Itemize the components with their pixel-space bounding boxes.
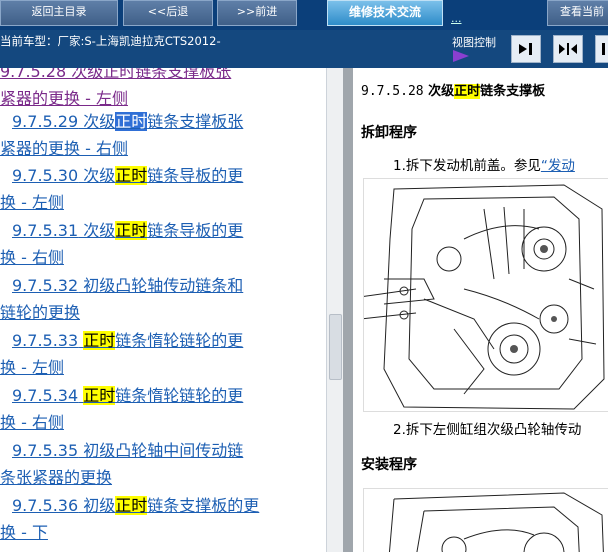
toc-item-line2: 紧器的更换 - 右侧 (0, 139, 128, 158)
step-1: 1.拆下发动机前盖。参见“发动 (393, 158, 575, 174)
top-toolbar: 返回主目录 <<后退 >>前进 维修技术交流 ... 查看当前 (0, 0, 608, 30)
toc-item-text: 次级 (78, 112, 116, 131)
page-title: 9.7.5.28 次级正时链条支撑板 (361, 84, 546, 99)
expand-right-button[interactable] (511, 35, 541, 63)
toc-item[interactable]: 9.7.5.31 次级正时链条导板的更 换 - 右侧 (0, 217, 318, 271)
view-control-label: 视图控制 (452, 36, 496, 49)
toc-item-text: 链条惰轮链轮的更 (115, 331, 244, 350)
arrow-right-bar-icon (519, 43, 532, 55)
back-button[interactable]: <<后退 (123, 0, 213, 26)
expand-left-button[interactable] (595, 35, 608, 63)
status-bar: 当前车型：厂家:S-上海凯迪拉克CTS2012- 视图控制 (0, 30, 608, 68)
engine-line-art (364, 179, 608, 411)
engine-diagram-2 (363, 488, 608, 552)
toc-item[interactable]: 9.7.5.32 初级凸轮轴传动链条和 链轮的更换 (0, 272, 318, 326)
scrollbar-thumb[interactable] (329, 314, 342, 380)
toc-item-text: 链条导板的更 (147, 221, 244, 240)
toc-item-line2: 换 - 左侧 (0, 358, 64, 377)
flag-icon (453, 50, 469, 62)
engine-diagram (363, 178, 608, 412)
toc-scrollbar[interactable] (326, 68, 343, 552)
forum-button[interactable]: 维修技术交流 (327, 0, 443, 26)
toc-item-number: 9.7.5.30 (12, 166, 79, 185)
search-current-button[interactable]: 查看当前 (547, 0, 608, 26)
toc-item-line2: 条张紧器的更换 (0, 468, 113, 487)
search-highlight: 正时 (115, 166, 148, 185)
toc-item-text: 链条支撑板的更 (147, 496, 260, 515)
engine-line-art (388, 492, 604, 552)
toc-item[interactable]: 9.7.5.35 初级凸轮轴中间传动链 条张紧器的更换 (0, 437, 318, 491)
forum-link[interactable]: ... (451, 12, 462, 25)
toc-item-number: 9.7.5.32 (12, 276, 79, 295)
toc-item-line2: 换 - 下 (0, 523, 48, 542)
toc-item-number: 9.7.5.35 (12, 441, 79, 460)
toc-item-number: 9.7.5.29 (12, 112, 79, 131)
toc-item-text: 次级 (78, 166, 116, 185)
search-highlight: 正时 (115, 496, 148, 515)
split-view-button[interactable] (553, 35, 583, 63)
toc-item-text: 初级凸轮轴中间传动链 (78, 441, 244, 460)
arrow-left-bar-icon (602, 43, 605, 55)
toc-item-text: 链条惰轮链轮的更 (115, 386, 244, 405)
toc-item-number: 9.7.5.31 (12, 221, 79, 240)
toc-item-text: 初级 (78, 496, 116, 515)
install-heading: 安装程序 (361, 457, 417, 473)
content-pane: 9.7.5.28 次级正时链条支撑板 拆卸程序 1.拆下发动机前盖。参见“发动 (353, 68, 608, 552)
removal-heading: 拆卸程序 (361, 125, 417, 141)
toc-item[interactable]: 9.7.5.30 次级正时链条导板的更 换 - 左侧 (0, 162, 318, 216)
toc-item-number: 9.7.5.33 (12, 331, 79, 350)
toc-item-number: 9.7.5.34 (12, 386, 79, 405)
toc-item-text: 链条支撑板张 (147, 112, 244, 131)
forward-button[interactable]: >>前进 (217, 0, 297, 26)
home-button[interactable]: 返回主目录 (0, 0, 118, 26)
toc-item-line2: 换 - 右侧 (0, 413, 64, 432)
toc-item-line1: 9.7.5.28 次级正时链条支撑板张 (0, 68, 232, 81)
toc-item-line2: 换 - 左侧 (0, 193, 64, 212)
split-arrows-icon (559, 43, 577, 55)
toc-item[interactable]: 9.7.5.34 正时链条惰轮链轮的更 换 - 右侧 (0, 382, 318, 436)
toc-item[interactable]: 9.7.5.28 次级正时链条支撑板张 紧器的更换 - 左侧 (0, 68, 318, 112)
search-highlight: 正时 (115, 112, 148, 131)
current-vehicle-label: 当前车型：厂家:S-上海凯迪拉克CTS2012- (0, 34, 221, 48)
toc-item-text: 初级凸轮轴传动链条和 (78, 276, 244, 295)
toc-item-text: 链条导板的更 (147, 166, 244, 185)
search-highlight: 正时 (454, 84, 481, 99)
search-highlight: 正时 (83, 331, 116, 350)
pane-divider[interactable] (343, 68, 353, 552)
toc-item[interactable]: 9.7.5.36 初级正时链条支撑板的更 换 - 下 (0, 492, 318, 546)
toc-item[interactable]: 9.7.5.33 正时链条惰轮链轮的更 换 - 左侧 (0, 327, 318, 381)
toc-item-line2: 换 - 右侧 (0, 248, 64, 267)
search-highlight: 正时 (83, 386, 116, 405)
toc-pane: 9.7.5.28 次级正时链条支撑板张 紧器的更换 - 左侧 9.7.5.29 … (0, 68, 326, 552)
toc-item[interactable]: 9.7.5.29 次级正时链条支撑板张 紧器的更换 - 右侧 (0, 108, 318, 162)
toc-item-text: 次级 (78, 221, 116, 240)
step-2: 2.拆下左侧缸组次级凸轮轴传动 (393, 422, 582, 438)
toc-item-line2: 链轮的更换 (0, 303, 81, 322)
step-1-link[interactable]: “发动 (541, 158, 575, 174)
toc-item-number: 9.7.5.36 (12, 496, 79, 515)
search-highlight: 正时 (115, 221, 148, 240)
